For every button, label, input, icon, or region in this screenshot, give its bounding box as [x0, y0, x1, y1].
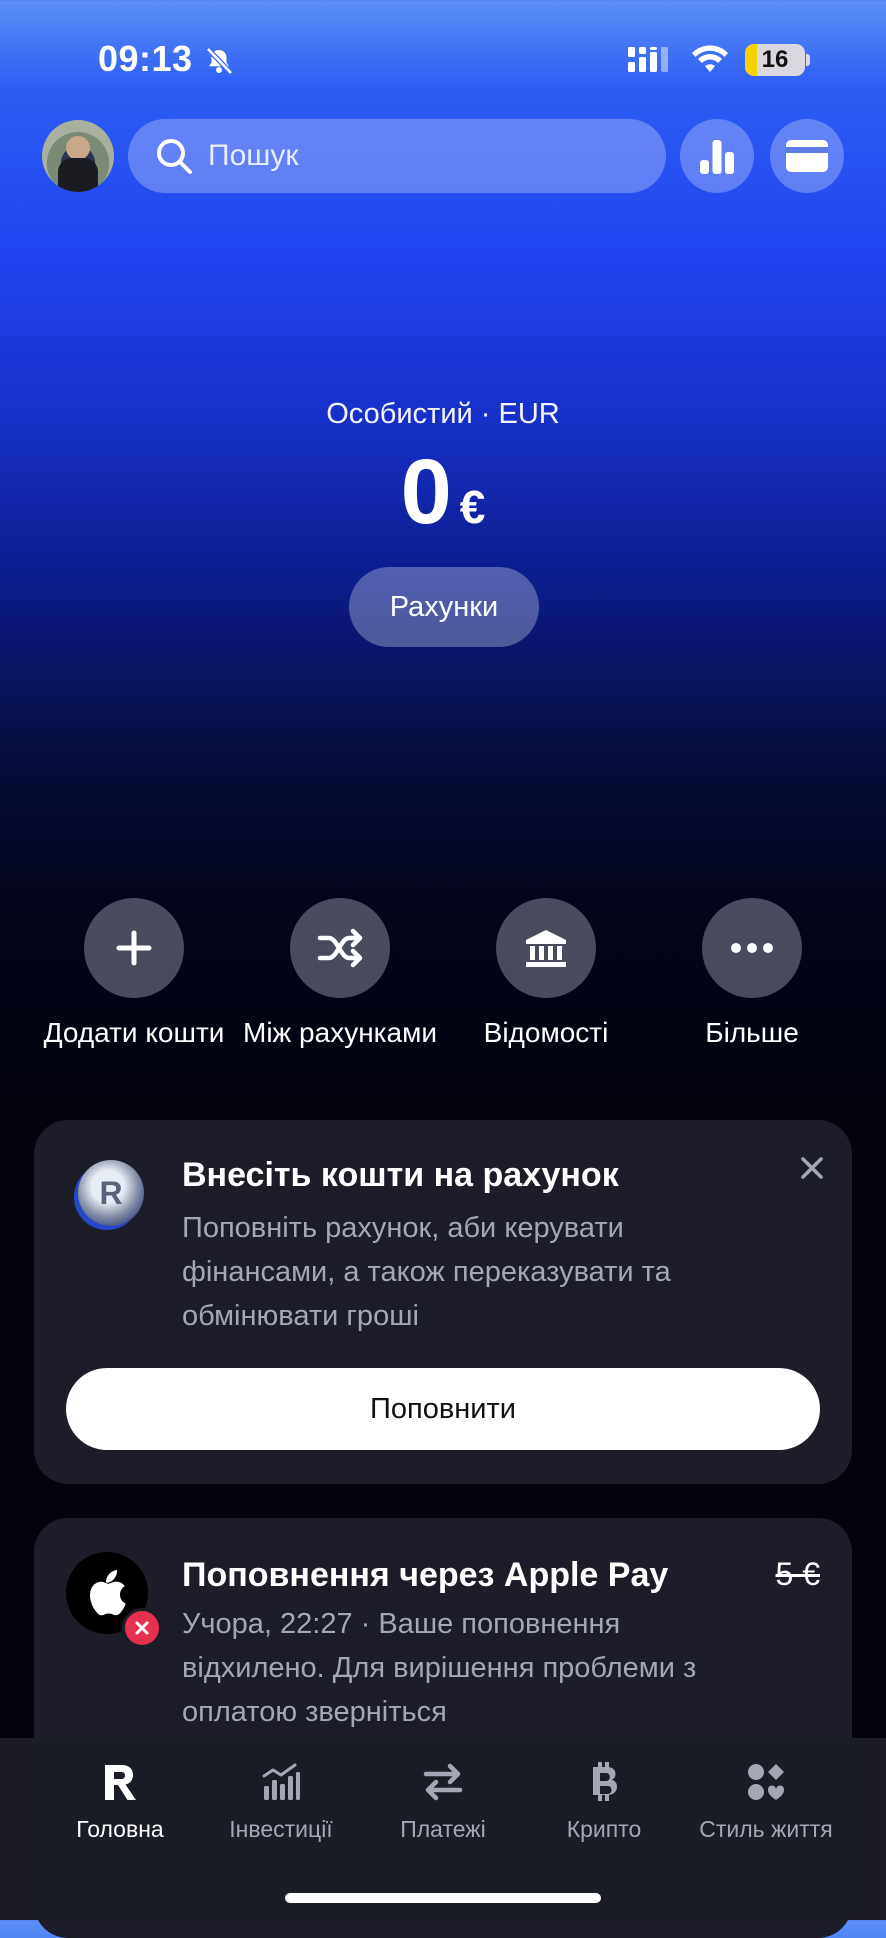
details-label: Відомості [483, 1017, 609, 1048]
x-icon [135, 1621, 149, 1635]
wifi-icon [692, 45, 728, 72]
cards-button[interactable] [770, 119, 844, 193]
transfer-arrows-icon [423, 1763, 463, 1801]
add-money-action[interactable]: Додати кошти [34, 898, 234, 1051]
transaction-description: Учора, 22:27 · Ваше поповнення відхилено… [182, 1608, 697, 1728]
tab-payments-label: Платежі [400, 1816, 486, 1842]
tab-home[interactable]: Головна [40, 1758, 200, 1843]
revolut-coin-icon: R [78, 1160, 144, 1226]
signal-icon [628, 47, 668, 72]
accounts-button[interactable]: Рахунки [349, 567, 539, 647]
transaction-amount: 5 € [775, 1556, 820, 1592]
stats-icon [700, 140, 734, 174]
close-icon[interactable] [798, 1154, 826, 1182]
between-accounts-action[interactable]: Між рахунками [240, 898, 440, 1051]
error-badge [122, 1608, 162, 1648]
balance-amount: 0 [400, 441, 452, 543]
search-input[interactable]: Пошук [208, 139, 298, 173]
add-money-button[interactable] [84, 898, 184, 998]
card-icon [786, 140, 828, 172]
transaction-title: Поповнення через Apple Pay [182, 1556, 669, 1594]
between-accounts-button[interactable] [290, 898, 390, 998]
battery-fill [745, 44, 757, 76]
stats-button[interactable] [680, 119, 754, 193]
plus-icon [116, 930, 152, 966]
details-action[interactable]: Відомості [446, 898, 646, 1051]
tab-investments[interactable]: Інвестиції [201, 1758, 361, 1843]
topup-button[interactable]: Поповнити [66, 1368, 820, 1450]
bitcoin-icon [593, 1762, 617, 1801]
account-label: Особистий · EUR [326, 398, 560, 430]
bank-icon [526, 930, 566, 967]
tab-investments-label: Інвестиції [229, 1816, 333, 1842]
add-money-label: Додати кошти [43, 1017, 225, 1048]
tab-home-label: Головна [76, 1816, 164, 1842]
tab-lifestyle-label: Стиль життя [699, 1816, 833, 1842]
search-bar[interactable]: Пошук [128, 119, 666, 193]
avatar[interactable] [42, 120, 114, 192]
bell-slash-icon [206, 47, 233, 75]
battery-indicator: 16 [745, 44, 805, 76]
promo-title: Внесіть кошти на рахунок [182, 1156, 619, 1194]
revolut-logo-icon [105, 1765, 136, 1800]
battery-tip [806, 54, 810, 66]
details-button[interactable] [496, 898, 596, 998]
more-label: Більше [705, 1017, 799, 1048]
apple-icon [90, 1570, 126, 1616]
tab-crypto-label: Крипто [566, 1816, 642, 1842]
between-accounts-label: Між рахунками [243, 1017, 437, 1048]
status-time: 09:13 [98, 38, 193, 79]
search-icon [157, 139, 192, 174]
balance: 0 € [0, 440, 886, 545]
home-indicator [285, 1893, 601, 1903]
promo-text: Поповніть рахунок, аби керувати фінансам… [182, 1212, 671, 1332]
tab-crypto[interactable]: Крипто [524, 1758, 684, 1843]
battery-level: 16 [761, 46, 789, 73]
tab-payments[interactable]: Платежі [363, 1758, 523, 1843]
shuffle-icon [317, 928, 363, 968]
lifestyle-icon [748, 1764, 785, 1800]
more-button[interactable] [702, 898, 802, 998]
balance-currency: € [459, 481, 486, 533]
more-icon [731, 943, 773, 953]
add-funds-card: R Внесіть кошти на рахунок Поповніть рах… [34, 1120, 852, 1484]
invest-chart-icon [262, 1763, 300, 1800]
tab-lifestyle[interactable]: Стиль життя [686, 1758, 846, 1843]
more-action[interactable]: Більше [652, 898, 852, 1051]
